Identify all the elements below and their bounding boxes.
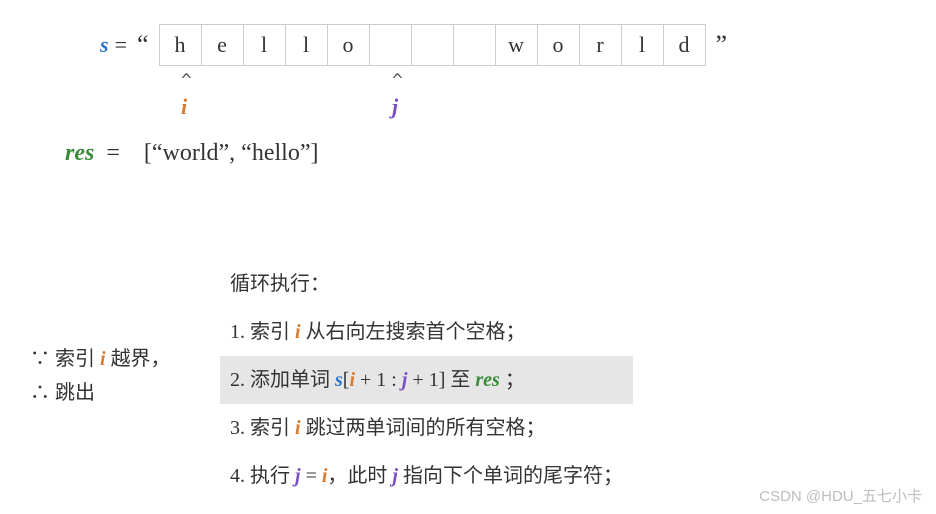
cell-6 [412,24,454,66]
step1-b: 从右向左搜索首个空格； [301,321,526,343]
step-4: 4. 执行 j = i，此时 j 指向下个单词的尾字符； [220,452,633,500]
step-2-highlighted: 2. 添加单词 s[i + 1 : j + 1] 至 res ； [220,356,633,404]
cell-8: w [496,24,538,66]
step3-b: 跳过两单词间的所有空格； [301,417,546,439]
res-row: res = [“world”, “hello”] [65,140,318,167]
pointer-j-label: j [392,94,398,120]
step-1: 1. 索引 i 从右向左搜索首个空格； [220,308,633,356]
cell-10: r [580,24,622,66]
side-line-1: ∵ 索引 i 越界， [30,342,171,376]
steps-block: 循环执行： 1. 索引 i 从右向左搜索首个空格； 2. 添加单词 s[i + … [220,260,633,500]
string-cells: h e l l o w o r l d [159,24,706,66]
var-res: res [65,140,94,166]
step-3: 3. 索引 i 跳过两单词间的所有空格； [220,404,633,452]
var-s: s [100,32,109,58]
caret-j-icon: ^ [392,70,403,91]
watermark: CSDN @HDU_五七小卡 [759,485,922,506]
cell-9: o [538,24,580,66]
cell-3: l [286,24,328,66]
step4-d: 指向下个单词的尾字符； [398,465,623,487]
step3-a: 3. 索引 [230,417,295,439]
cell-2: l [244,24,286,66]
step1-a: 1. 索引 [230,321,295,343]
cell-5 [370,24,412,66]
step4-a: 4. 执行 [230,465,295,487]
res-eq: = [106,140,120,166]
step2-e: ； [500,369,525,391]
step2-c: + 1 : [355,369,402,391]
cell-1: e [202,24,244,66]
open-quote: “ [133,30,153,60]
step4-c: ，此时 [327,465,392,487]
string-s-row: s = “ h e l l o w o r l d ” [100,24,731,66]
steps-header: 循环执行： [220,260,633,308]
cell-4: o [328,24,370,66]
side1-a: ∵ 索引 [30,348,100,370]
cell-12: d [664,24,706,66]
step4-eq: = [301,465,322,487]
step2-d: + 1] 至 [407,369,475,391]
step2-s: s [335,369,343,391]
side-line-2: ∴ 跳出 [30,376,171,410]
side1-b: 越界， [106,348,171,370]
step2-a: 2. 添加单词 [230,369,335,391]
equals-symbol: = [115,32,127,58]
side-note: ∵ 索引 i 越界， ∴ 跳出 [30,342,171,410]
caret-i-icon: ^ [181,70,192,91]
cell-0: h [160,24,202,66]
pointer-i-label: i [181,94,187,120]
step2-res: res [475,369,499,391]
close-quote: ” [712,30,732,60]
cell-11: l [622,24,664,66]
res-value: [“world”, “hello”] [144,140,319,166]
cell-7 [454,24,496,66]
